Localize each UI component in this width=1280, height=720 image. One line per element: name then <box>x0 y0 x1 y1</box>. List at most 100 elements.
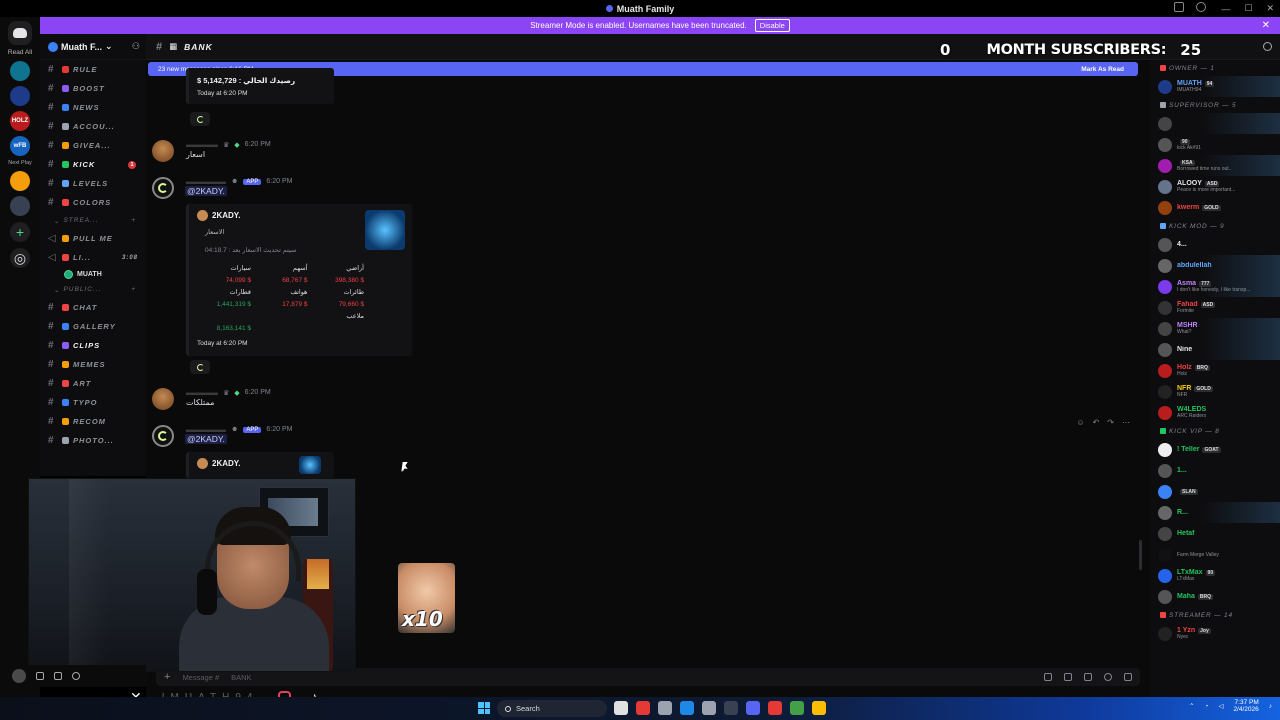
member-item[interactable]: Hetaf <box>1150 523 1280 544</box>
search-icon[interactable] <box>1263 42 1272 51</box>
steam-icon[interactable] <box>680 701 694 715</box>
add-server-button[interactable]: + <box>10 222 30 243</box>
member-item[interactable]: MUATH 94 IMUATH94 <box>1150 76 1280 97</box>
help-icon[interactable] <box>1196 2 1206 12</box>
mute-mic-icon[interactable] <box>36 672 44 680</box>
close-banner-icon[interactable]: ✕ <box>1262 20 1270 31</box>
clock[interactable]: 7:37 PM 2/4/2026 <box>1233 699 1258 713</box>
member-item[interactable]: LTxMax 90 LTxMax <box>1150 565 1280 586</box>
deafen-icon[interactable] <box>54 672 62 680</box>
server-icon-3[interactable] <box>10 171 30 192</box>
server-header[interactable]: Muath F... ⌄ ⚇ <box>40 34 146 60</box>
app-icon-3[interactable] <box>768 701 782 715</box>
bot-avatar[interactable] <box>152 177 174 199</box>
member-item[interactable]: R... <box>1150 502 1280 523</box>
server-icon-wfb[interactable]: wFB <box>10 136 30 156</box>
add-member-icon[interactable]: ⚇ <box>132 41 140 52</box>
channel-typo[interactable]: # TYPO <box>40 393 146 412</box>
member-item[interactable]: kwerm GOLD <box>1150 197 1280 218</box>
username-hidden[interactable]: ▬▬▬▬ <box>186 140 218 149</box>
embed-thumbnail[interactable] <box>299 456 321 474</box>
home-button[interactable] <box>8 21 32 45</box>
discover-button[interactable]: ◎ <box>10 248 30 269</box>
member-item[interactable]: Holz BRQ Holz <box>1150 360 1280 381</box>
tray-chevron-icon[interactable]: ⌃ <box>1189 702 1194 710</box>
react-icon[interactable]: ☺ <box>1076 418 1084 427</box>
disable-streamer-mode-button[interactable]: Disable <box>754 19 790 32</box>
reaction-button[interactable] <box>190 360 210 374</box>
channel-levels[interactable]: # LEVELS <box>40 174 146 193</box>
mark-as-read-button[interactable]: Mark As Read <box>1081 66 1124 73</box>
app-icon[interactable] <box>702 701 716 715</box>
chrome-icon[interactable] <box>790 701 804 715</box>
brave-icon[interactable] <box>636 701 650 715</box>
server-next-play[interactable]: Next Play <box>8 160 32 166</box>
server-icon-holz[interactable]: HOLZ <box>10 111 30 131</box>
member-item[interactable]: 4... <box>1150 234 1280 255</box>
close-window-button[interactable]: ✕ <box>1266 3 1274 14</box>
member-item[interactable]: SLAN <box>1150 481 1280 502</box>
member-item[interactable]: 1... <box>1150 460 1280 481</box>
member-item[interactable]: MSHR What? <box>1150 318 1280 339</box>
wifi-icon[interactable]: ◔ <box>1205 703 1209 710</box>
category-public[interactable]: ⌄ PUBLIC... + <box>40 281 146 298</box>
app-icon-2[interactable] <box>724 701 738 715</box>
channel-kick[interactable]: # KICK 1 <box>40 155 146 174</box>
scrollbar[interactable] <box>1139 540 1142 570</box>
channel-giveaway[interactable]: # GIVEA... <box>40 136 146 155</box>
windows-start-button[interactable] <box>478 702 490 714</box>
notification-bell-icon[interactable]: ♪ <box>1269 703 1272 710</box>
settings-gear-icon[interactable] <box>72 672 80 680</box>
voice-channel-pull-me[interactable]: ◁ PULL ME <box>40 229 146 248</box>
member-item[interactable]: NFR GOLD NFR <box>1150 381 1280 402</box>
username-hidden[interactable]: ▬▬▬▬▬ <box>186 177 226 186</box>
obs-icon[interactable] <box>658 701 672 715</box>
emoji-icon[interactable] <box>1104 673 1112 681</box>
bot-avatar[interactable] <box>152 425 174 447</box>
file-explorer-icon[interactable] <box>614 701 628 715</box>
channel-boost[interactable]: # BOOST <box>40 79 146 98</box>
inbox-icon[interactable] <box>1174 2 1184 12</box>
channel-news[interactable]: # NEWS <box>40 98 146 117</box>
member-item[interactable] <box>1150 113 1280 134</box>
member-item[interactable]: KSA Borrowed time runs out.. <box>1150 155 1280 176</box>
forward-icon[interactable]: ↷ <box>1107 418 1114 427</box>
more-icon[interactable]: ⋯ <box>1122 418 1130 427</box>
channel-memes[interactable]: # MEMES <box>40 355 146 374</box>
server-icon-4[interactable] <box>10 196 30 217</box>
gif-icon[interactable] <box>1064 673 1072 681</box>
channel-recom[interactable]: # RECOM <box>40 412 146 431</box>
member-item[interactable]: Farm Merge Valley <box>1150 544 1280 565</box>
volume-icon[interactable]: ◁ <box>1218 702 1223 710</box>
username-hidden[interactable]: ▬▬▬▬ <box>186 388 218 397</box>
sticker-icon[interactable] <box>1084 673 1092 681</box>
member-item[interactable]: abdulellah <box>1150 255 1280 276</box>
maximize-button[interactable]: ☐ <box>1244 3 1252 14</box>
member-item[interactable]: ! Teller GOAT <box>1150 439 1280 460</box>
channel-photo[interactable]: # PHOTO... <box>40 431 146 450</box>
embed-thumbnail[interactable] <box>365 210 405 250</box>
channel-chat[interactable]: # CHAT <box>40 298 146 317</box>
reply-icon[interactable]: ↶ <box>1093 418 1100 427</box>
member-item[interactable]: Maha BRQ <box>1150 586 1280 607</box>
taskbar-search[interactable]: Search <box>497 700 607 717</box>
voice-channel-live[interactable]: ◁ LI... 3:08 <box>40 248 146 267</box>
minimize-button[interactable]: — <box>1221 4 1230 14</box>
channel-gallery[interactable]: # GALLERY <box>40 317 146 336</box>
channel-rule[interactable]: # RULE <box>40 60 146 79</box>
member-item[interactable]: Fahad ASD Fortnite <box>1150 297 1280 318</box>
server-icon-2[interactable] <box>10 86 30 106</box>
member-item[interactable]: Asma 777 I don't like honesty, I like tran… <box>1150 276 1280 297</box>
discord-taskbar-icon[interactable] <box>746 701 760 715</box>
attach-plus-icon[interactable]: + <box>164 671 170 683</box>
avatar[interactable] <box>152 388 174 410</box>
channel-colors[interactable]: # COLORS <box>40 193 146 212</box>
voice-user-muath[interactable]: MUATH <box>40 267 146 281</box>
user-avatar[interactable] <box>12 669 26 683</box>
channel-clips[interactable]: # CLIPS <box>40 336 146 355</box>
member-item[interactable]: W4LEDS ARC Raiders <box>1150 402 1280 423</box>
avatar[interactable] <box>152 140 174 162</box>
member-item[interactable]: 90 kick Ak#91 <box>1150 134 1280 155</box>
read-all-button[interactable]: Read All <box>8 49 32 56</box>
apps-icon[interactable] <box>1124 673 1132 681</box>
